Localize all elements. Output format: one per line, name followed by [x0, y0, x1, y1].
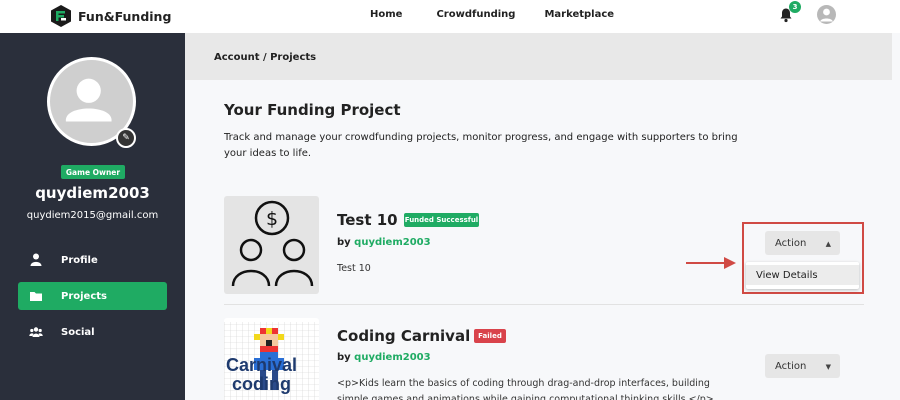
action-dropdown-menu: View Details	[746, 262, 859, 289]
project-description: Test 10	[337, 263, 371, 274]
sidebar: ✎ Game Owner quydiem2003 quydiem2015@gma…	[0, 33, 185, 400]
project-owner: by quydiem2003	[337, 237, 431, 248]
role-badge: Game Owner	[61, 165, 125, 179]
logo-icon	[51, 5, 71, 27]
project-owner: by quydiem2003	[337, 352, 431, 363]
page-description: Track and manage your crowdfunding proje…	[224, 132, 738, 159]
top-navbar: Fun&Funding Home Crowdfunding Marketplac…	[0, 0, 900, 33]
menu-item-view-details[interactable]: View Details	[746, 265, 859, 285]
sidebar-item-social[interactable]: Social	[18, 318, 167, 346]
edit-avatar-button[interactable]: ✎	[116, 128, 136, 148]
project-thumbnail[interactable]: Carnival coding	[224, 318, 319, 400]
project-description: <p>Kids learn the basics of coding throu…	[337, 378, 714, 400]
nav-home[interactable]: Home	[370, 9, 402, 20]
page-title: Your Funding Project	[224, 101, 401, 119]
action-dropdown-button[interactable]: Action ▼	[765, 354, 840, 378]
annotation-arrow-icon	[686, 257, 736, 269]
sidebar-item-label: Profile	[61, 254, 98, 266]
thumb-text-carnival: Carnival	[226, 355, 297, 375]
profile-username: quydiem2003	[35, 184, 150, 202]
action-dropdown-button[interactable]: Action ▲	[765, 231, 840, 255]
by-label: by	[337, 237, 355, 248]
status-badge: Funded Successful	[404, 213, 479, 227]
group-icon	[29, 325, 43, 339]
action-label: Action	[775, 237, 807, 249]
thumb-text-coding: coding	[232, 374, 291, 394]
user-avatar-icon[interactable]	[817, 5, 836, 24]
main-nav: Home Crowdfunding Marketplace	[370, 9, 614, 20]
folder-icon	[29, 289, 43, 303]
app-name: Fun&Funding	[78, 8, 172, 24]
breadcrumb-bar: Account / Projects	[185, 33, 892, 80]
sidebar-item-label: Social	[61, 326, 95, 338]
breadcrumb: Account / Projects	[214, 52, 317, 63]
action-label: Action	[775, 360, 807, 372]
nav-marketplace[interactable]: Marketplace	[544, 9, 614, 20]
project-title[interactable]: Test 10	[337, 211, 398, 229]
pixel-art-thumbnail: Carnival coding	[224, 322, 319, 400]
svg-text:$: $	[266, 208, 278, 230]
person-icon	[29, 253, 43, 267]
owner-link[interactable]: quydiem2003	[354, 237, 430, 248]
dollar-people-icon: $	[231, 200, 314, 287]
caret-down-icon: ▼	[825, 363, 831, 371]
sidebar-item-profile[interactable]: Profile	[18, 246, 167, 274]
status-badge: Failed	[474, 329, 506, 343]
by-label: by	[337, 352, 355, 363]
sidebar-item-label: Projects	[61, 290, 108, 302]
logo[interactable]: Fun&Funding	[50, 4, 171, 28]
project-title[interactable]: Coding Carnival	[337, 327, 470, 345]
notification-count-badge: 3	[789, 1, 801, 13]
sidebar-item-projects[interactable]: Projects	[18, 282, 167, 310]
caret-up-icon: ▲	[825, 240, 831, 248]
divider	[224, 304, 864, 305]
owner-link[interactable]: quydiem2003	[354, 352, 430, 363]
nav-crowdfunding[interactable]: Crowdfunding	[436, 9, 515, 20]
pencil-icon: ✎	[122, 133, 130, 143]
project-thumbnail[interactable]: $	[224, 196, 319, 294]
profile-email: quydiem2015@gmail.com	[26, 210, 159, 221]
